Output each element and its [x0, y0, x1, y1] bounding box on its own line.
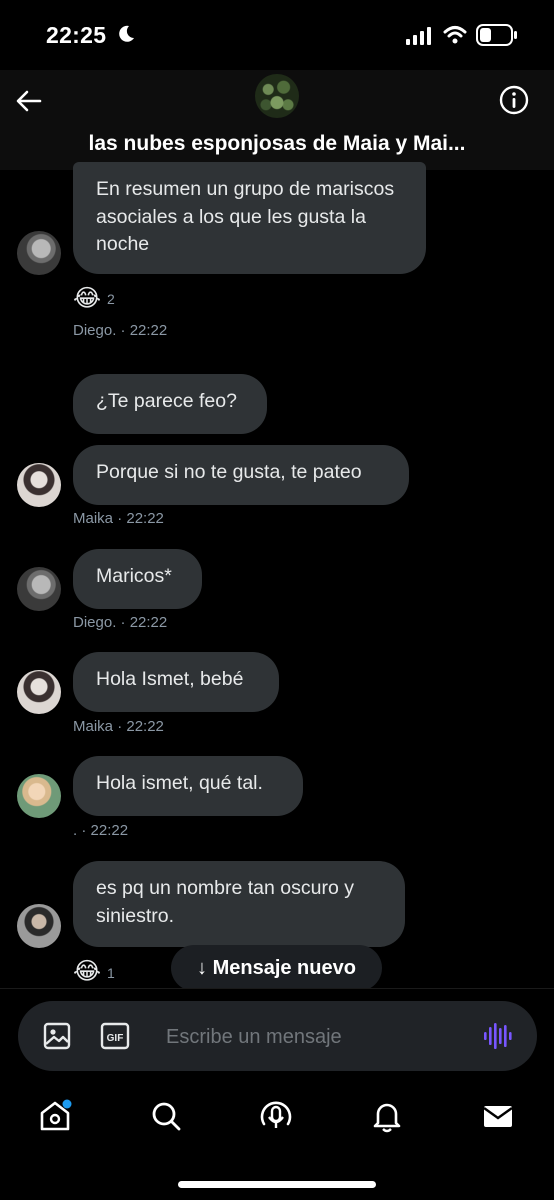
message-text: Porque si no te gusta, te pateo: [96, 461, 362, 483]
message-bubble[interactable]: Hola ismet, qué tal.: [73, 756, 303, 816]
notification-dot: [62, 1099, 72, 1109]
message-bubble[interactable]: es pq un nombre tan oscuro y siniestro.: [73, 861, 405, 947]
home-icon[interactable]: [37, 1098, 73, 1134]
conversation-header: las nubes esponjosas de Maia y Mai...: [0, 70, 554, 170]
avatar[interactable]: [17, 904, 61, 948]
message-meta: Diego. · 22:22: [73, 614, 167, 631]
conversation-title[interactable]: las nubes esponjosas de Maia y Mai...: [0, 132, 554, 156]
wifi-icon: [443, 26, 467, 44]
message-text: Maricos*: [96, 565, 172, 587]
image-icon[interactable]: [42, 1021, 72, 1051]
avatar[interactable]: [17, 231, 61, 275]
group-avatar[interactable]: [255, 74, 299, 118]
avatar[interactable]: [17, 774, 61, 818]
back-arrow-icon[interactable]: [14, 86, 44, 116]
laughing-emoji-reaction[interactable]: 😂: [73, 284, 101, 313]
avatar[interactable]: [17, 670, 61, 714]
info-icon[interactable]: [498, 84, 530, 116]
message-input[interactable]: [164, 1019, 468, 1055]
message-meta: Maika · 22:22: [73, 718, 164, 735]
voice-message-icon[interactable]: [482, 1021, 512, 1051]
gif-label: GIF: [107, 1033, 124, 1044]
message-time: · 22:22: [117, 510, 164, 527]
message-bubble[interactable]: ¿Te parece feo?: [73, 374, 267, 434]
message-bubble[interactable]: Porque si no te gusta, te pateo: [73, 445, 409, 505]
do-not-disturb-icon: [119, 25, 134, 42]
home-indicator[interactable]: [178, 1181, 376, 1188]
message-time: · 22:22: [120, 322, 168, 339]
message-text: Hola Ismet, bebé: [96, 668, 244, 690]
gif-icon[interactable]: GIF: [100, 1022, 130, 1050]
bottom-navigation: [0, 1080, 554, 1200]
sender-name: .: [73, 822, 78, 839]
composer-area: GIF: [0, 988, 554, 1081]
avatar[interactable]: [17, 463, 61, 507]
message-bubble[interactable]: Hola Ismet, bebé: [73, 652, 279, 712]
avatar[interactable]: [17, 567, 61, 611]
arrow-down-icon: ↓: [197, 957, 208, 979]
messages-icon[interactable]: [480, 1098, 516, 1134]
message-text: ¿Te parece feo?: [96, 390, 237, 412]
message-meta: Maika · 22:22: [73, 510, 164, 527]
search-icon[interactable]: [148, 1098, 184, 1134]
sender-name: Diego.: [73, 322, 117, 339]
message-time: · 22:22: [81, 822, 129, 839]
battery-icon: [476, 24, 517, 46]
message-time: · 22:22: [120, 614, 168, 631]
notifications-icon[interactable]: [369, 1098, 405, 1134]
message-text: es pq un nombre tan oscuro y siniestro.: [96, 877, 354, 927]
message-time: · 22:22: [117, 718, 164, 735]
sender-name: Diego.: [73, 614, 117, 631]
reaction-count: 1: [107, 965, 115, 981]
new-message-label: Mensaje nuevo: [212, 957, 356, 979]
message-bubble[interactable]: En resumen un grupo de mariscos asociale…: [73, 162, 426, 274]
message-bubble[interactable]: Maricos*: [73, 549, 202, 609]
laughing-emoji-reaction[interactable]: 😂: [73, 957, 101, 986]
status-time: 22:25: [46, 22, 107, 48]
message-meta: . · 22:22: [73, 822, 128, 839]
cellular-signal-icon: [406, 27, 431, 45]
status-bar: 22:25: [0, 0, 554, 70]
spaces-icon[interactable]: [258, 1098, 294, 1134]
message-meta: Diego. · 22:22: [73, 322, 167, 339]
message-text: En resumen un grupo de mariscos asociale…: [96, 178, 395, 255]
message-composer: GIF: [18, 1001, 537, 1071]
message-text: Hola ismet, qué tal.: [96, 772, 263, 794]
reaction-count: 2: [107, 291, 115, 307]
new-message-button[interactable]: ↓ Mensaje nuevo: [171, 945, 382, 991]
sender-name: Maika: [73, 718, 114, 735]
sender-name: Maika: [73, 510, 114, 527]
